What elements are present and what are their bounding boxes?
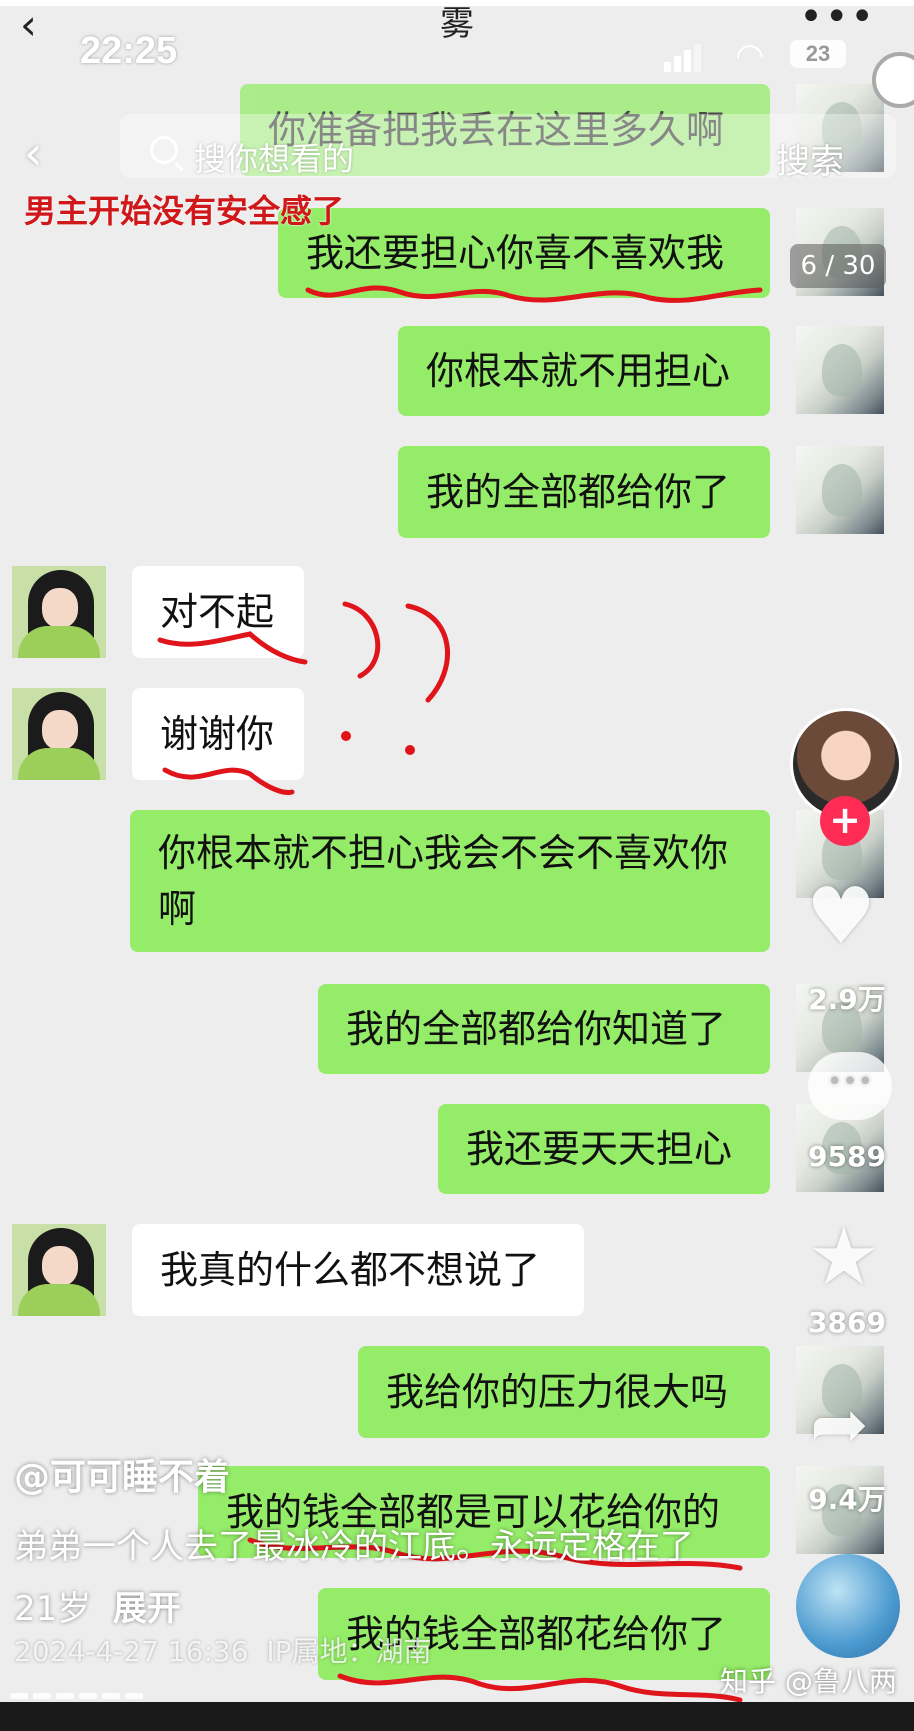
music-disc-icon[interactable] [796, 1554, 900, 1658]
bottom-bar [0, 1702, 914, 1731]
share-icon[interactable]: ➦ [810, 1384, 869, 1464]
message-text: 你根本就不担心我会不会不喜欢你啊 [158, 831, 729, 931]
message-text: 我的全部都给你知道了 [346, 1007, 727, 1051]
message-text: 我还要天天担心 [466, 1127, 733, 1171]
search-input[interactable]: 搜你想看的 [194, 134, 354, 180]
message-bubble: 我还要担心你喜不喜欢我 [278, 208, 770, 298]
contact-avatar[interactable] [12, 1224, 106, 1316]
message-text: 你根本就不用担心 [426, 349, 731, 393]
signal-icon [664, 44, 704, 72]
message-text: 我的全部都给你了 [426, 470, 731, 514]
post-date: 2024-4-27 16:36 [14, 1635, 249, 1668]
share-count: 9.4万 [808, 1483, 886, 1516]
contact-avatar[interactable] [12, 688, 106, 780]
expand-link[interactable]: 展开 [113, 1589, 181, 1629]
message-text: 我真的什么都不想说了 [160, 1248, 541, 1292]
video-meta: 2024-4-27 16:36 IP属地：湖南 [14, 1630, 431, 1670]
video-description: 弟弟一个人去了最冰冷的江底。永远定格在了21岁 展开 [14, 1516, 704, 1640]
status-time: 22:25 [80, 30, 178, 72]
message-bubble: 我给你的压力很大吗 [358, 1346, 770, 1438]
message-text: 我给你的压力很大吗 [386, 1370, 729, 1414]
contact-avatar[interactable] [12, 566, 106, 658]
star-icon[interactable]: ★ [808, 1212, 880, 1302]
author-name[interactable]: @可可睡不着 [14, 1448, 230, 1500]
message-bubble: 我的全部都给你知道了 [318, 984, 770, 1074]
message-bubble: 我的全部都给你了 [398, 446, 770, 538]
message-bubble: 我真的什么都不想说了 [132, 1224, 584, 1316]
message-bubble: 我还要天天担心 [438, 1104, 770, 1194]
message-text: 我还要担心你喜不喜欢我 [306, 231, 725, 275]
page-indicator: 6 / 30 [790, 244, 886, 288]
message-bubble: 谢谢你 [132, 688, 304, 780]
ip-location: IP属地：湖南 [266, 1635, 432, 1668]
message-bubble: 对不起 [132, 566, 304, 658]
wifi-icon: ◠ [735, 36, 765, 76]
favorite-count: 3869 [808, 1306, 886, 1339]
heart-icon[interactable]: ♥ [806, 872, 876, 962]
progress-bar[interactable] [10, 1684, 170, 1699]
like-count: 2.9万 [808, 983, 886, 1016]
comment-icon[interactable]: ••• [808, 1052, 892, 1120]
screen: ‹ 雾 ••• 你准备把我丢在这里多久啊 我还要担心你喜不喜欢我 你根本就不用担… [0, 0, 914, 1731]
search-button[interactable]: 搜索 [776, 134, 844, 183]
follow-plus-icon[interactable]: + [820, 796, 870, 846]
message-text: 对不起 [160, 590, 275, 634]
watermark: 知乎 @鲁八两 [720, 1665, 897, 1698]
more-icon[interactable]: ••• [799, 0, 876, 40]
message-bubble: 你根本就不担心我会不会不喜欢你啊 [130, 810, 770, 952]
search-icon [150, 136, 178, 164]
my-avatar[interactable] [796, 446, 884, 534]
message-text: 谢谢你 [160, 712, 275, 756]
caption-text: 男主开始没有安全感了 [24, 192, 345, 230]
back-icon[interactable]: ‹ [24, 126, 42, 180]
message-bubble: 你根本就不用担心 [398, 326, 770, 416]
my-avatar[interactable] [796, 326, 884, 414]
battery-indicator: 23 [790, 40, 846, 68]
comment-count: 9589 [808, 1140, 886, 1173]
